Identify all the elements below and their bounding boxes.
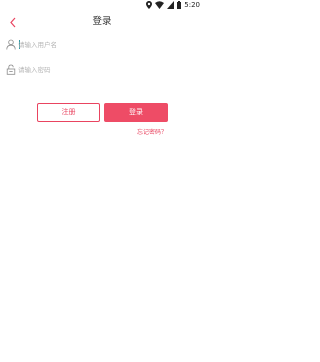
- status-time: 5:20: [184, 1, 200, 9]
- battery-icon: [177, 1, 182, 9]
- password-field: [6, 62, 198, 78]
- login-button[interactable]: 登录: [104, 103, 168, 122]
- password-input[interactable]: [18, 63, 190, 76]
- location-icon: [146, 1, 153, 9]
- wifi-icon: [155, 1, 165, 9]
- signal-icon: [167, 1, 175, 9]
- forgot-password-link[interactable]: 忘记密码？: [137, 129, 167, 137]
- user-icon: [6, 39, 16, 50]
- lock-icon: [6, 64, 16, 75]
- username-field: [6, 37, 198, 53]
- register-button[interactable]: 注册: [37, 103, 100, 122]
- username-input[interactable]: [18, 38, 190, 51]
- status-bar: 5:20: [0, 0, 204, 10]
- page-title: 登录: [92, 16, 112, 27]
- status-icons: 5:20: [146, 1, 200, 9]
- nav-bar: 登录: [0, 10, 204, 35]
